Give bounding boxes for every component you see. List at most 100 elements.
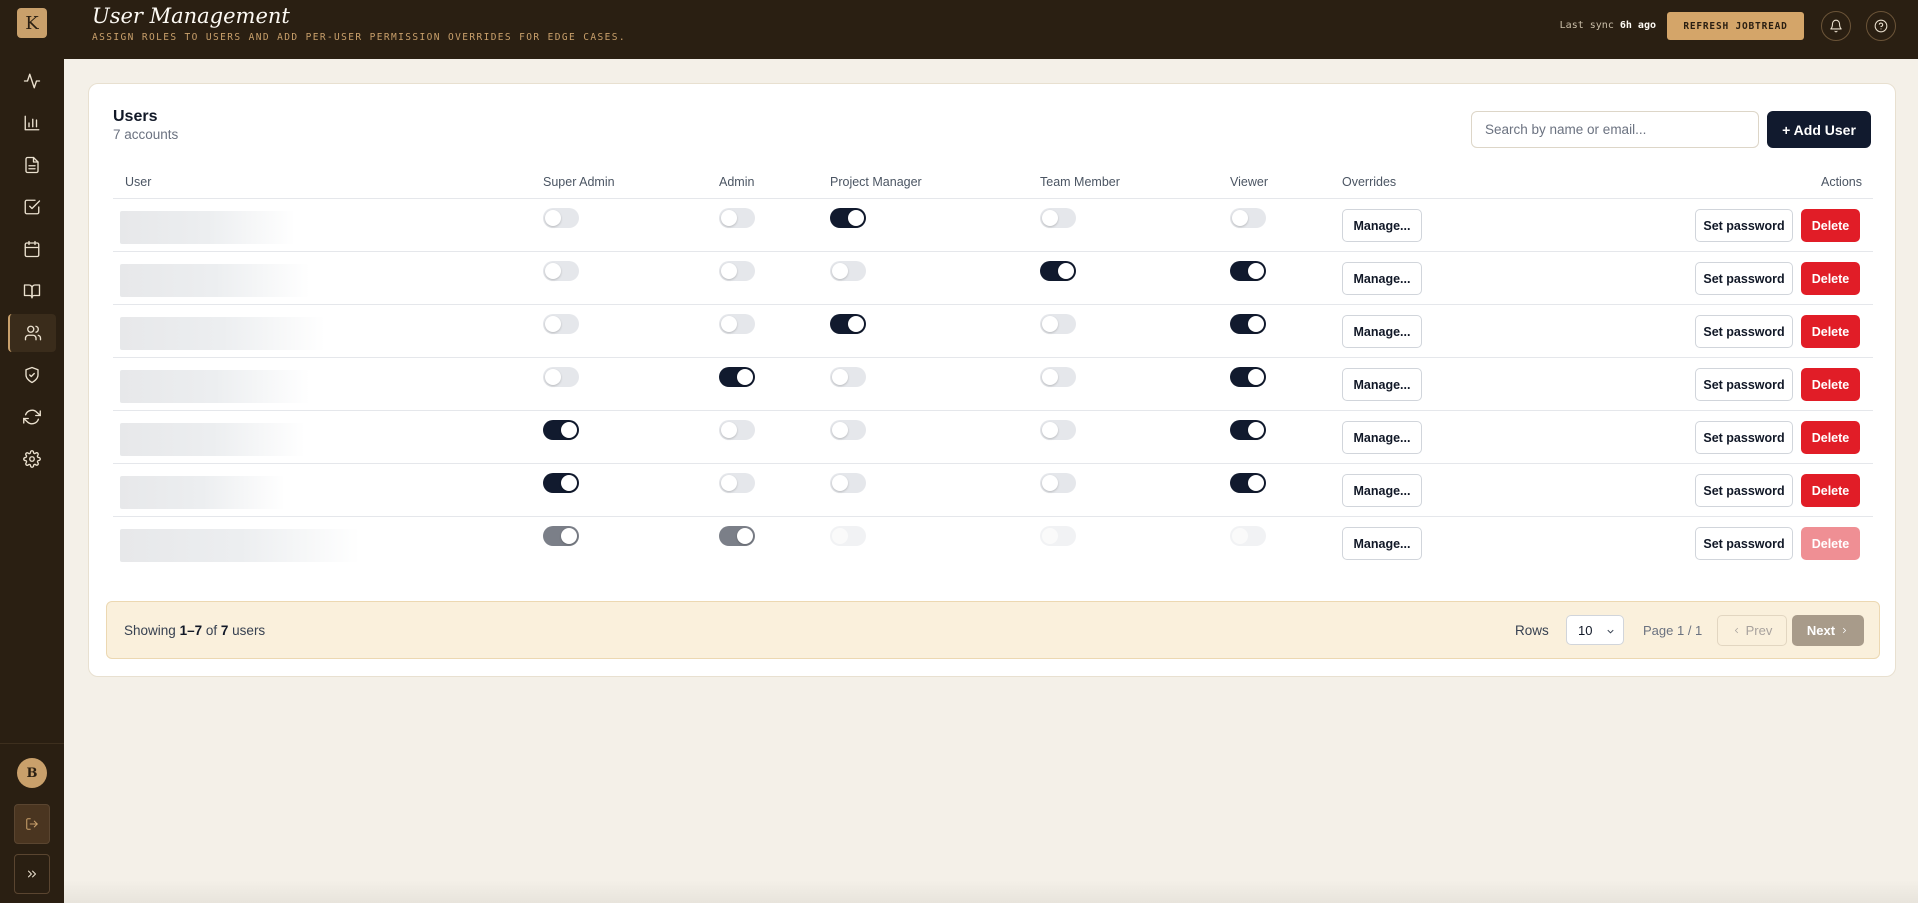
sidebar-item-documents[interactable]: [8, 146, 56, 184]
toggle-admin[interactable]: [719, 314, 755, 334]
toggle-project-manager[interactable]: [830, 314, 866, 334]
delete-user-button[interactable]: Delete: [1801, 368, 1860, 401]
manage-overrides-button[interactable]: Manage...: [1342, 262, 1422, 295]
search-input[interactable]: [1471, 111, 1759, 148]
table-row: Manage... Set password Delete: [113, 464, 1873, 517]
sidebar-item-users[interactable]: [8, 314, 56, 352]
user-name-placeholder: [120, 264, 310, 297]
rows-per-page-select[interactable]: 10: [1566, 615, 1624, 645]
notifications-button[interactable]: [1821, 11, 1851, 41]
column-admin: Admin: [719, 175, 755, 189]
app-logo[interactable]: K: [17, 8, 47, 38]
sidebar-item-sync[interactable]: [8, 398, 56, 436]
delete-user-button[interactable]: Delete: [1801, 262, 1860, 295]
add-user-button[interactable]: + Add User: [1767, 111, 1871, 148]
toggle-super-admin[interactable]: [543, 367, 579, 387]
toggle-project-manager[interactable]: [830, 367, 866, 387]
set-password-button[interactable]: Set password: [1695, 474, 1793, 507]
sidebar-footer: B: [0, 743, 64, 903]
showing-of: of: [205, 623, 218, 638]
users-table: User Super Admin Admin Project Manager T…: [113, 175, 1873, 570]
toggle-team-member[interactable]: [1040, 314, 1076, 334]
toggle-super-admin[interactable]: [543, 314, 579, 334]
toggle-super-admin[interactable]: [543, 261, 579, 281]
toggle-team-member[interactable]: [1040, 208, 1076, 228]
manage-overrides-button[interactable]: Manage...: [1342, 368, 1422, 401]
toggle-team-member[interactable]: [1040, 261, 1076, 281]
user-name-placeholder: [120, 423, 305, 456]
manage-overrides-button[interactable]: Manage...: [1342, 209, 1422, 242]
help-button[interactable]: [1866, 11, 1896, 41]
delete-user-button[interactable]: Delete: [1801, 315, 1860, 348]
manage-overrides-button[interactable]: Manage...: [1342, 474, 1422, 507]
set-password-button[interactable]: Set password: [1695, 368, 1793, 401]
sidebar-item-activity[interactable]: [8, 62, 56, 100]
toggle-super-admin[interactable]: [543, 208, 579, 228]
expand-sidebar-button[interactable]: [14, 854, 50, 894]
table-row: Manage... Set password Delete: [113, 358, 1873, 411]
page-info: Page 1 / 1: [1643, 623, 1703, 638]
manage-overrides-button[interactable]: Manage...: [1342, 421, 1422, 454]
toggle-viewer[interactable]: [1230, 261, 1266, 281]
sidebar-item-reports[interactable]: [8, 104, 56, 142]
sidebar-item-tasks[interactable]: [8, 188, 56, 226]
sidebar-item-calendar[interactable]: [8, 230, 56, 268]
sidebar-item-security[interactable]: [8, 356, 56, 394]
toggle-project-manager[interactable]: [830, 208, 866, 228]
prev-page-button[interactable]: Prev: [1717, 615, 1787, 646]
toggle-team-member[interactable]: [1040, 367, 1076, 387]
toggle-project-manager[interactable]: [830, 420, 866, 440]
toggle-super-admin[interactable]: [543, 473, 579, 493]
toggle-admin[interactable]: [719, 367, 755, 387]
column-project-manager: Project Manager: [830, 175, 922, 189]
bar-chart-icon: [24, 115, 40, 131]
toggle-admin[interactable]: [719, 420, 755, 440]
set-password-button[interactable]: Set password: [1695, 421, 1793, 454]
sidebar-item-settings[interactable]: [8, 440, 56, 478]
prev-label: Prev: [1745, 623, 1773, 638]
toggle-admin[interactable]: [719, 208, 755, 228]
toggle-super-admin[interactable]: [543, 420, 579, 440]
activity-icon: [23, 73, 41, 89]
delete-user-button[interactable]: Delete: [1801, 474, 1860, 507]
avatar[interactable]: B: [17, 758, 47, 788]
gear-icon: [23, 450, 41, 468]
showing-range: 1–7: [179, 623, 203, 638]
toggle-admin[interactable]: [719, 261, 755, 281]
toggle-viewer[interactable]: [1230, 420, 1266, 440]
manage-overrides-button[interactable]: Manage...: [1342, 315, 1422, 348]
page-subtitle: ASSIGN ROLES TO USERS AND ADD PER-USER P…: [92, 32, 626, 43]
toggle-viewer[interactable]: [1230, 367, 1266, 387]
toggle-team-member: [1040, 526, 1076, 546]
toggle-viewer[interactable]: [1230, 473, 1266, 493]
toggle-admin[interactable]: [719, 473, 755, 493]
logout-icon: [26, 818, 38, 830]
toggle-team-member[interactable]: [1040, 473, 1076, 493]
users-card: Users 7 accounts + Add User User Super A…: [88, 83, 1896, 677]
toggle-team-member[interactable]: [1040, 420, 1076, 440]
showing-prefix: Showing: [124, 623, 176, 638]
calendar-icon: [24, 240, 40, 258]
toggle-viewer[interactable]: [1230, 208, 1266, 228]
toggle-admin: [719, 526, 755, 546]
delete-user-button[interactable]: Delete: [1801, 209, 1860, 242]
bottom-shade: [64, 880, 1918, 903]
set-password-button[interactable]: Set password: [1695, 262, 1793, 295]
manage-overrides-button[interactable]: Manage...: [1342, 527, 1422, 560]
column-super-admin: Super Admin: [543, 175, 615, 189]
set-password-button[interactable]: Set password: [1695, 315, 1793, 348]
set-password-button[interactable]: Set password: [1695, 209, 1793, 242]
next-page-button[interactable]: Next: [1792, 615, 1864, 646]
sidebar-item-library[interactable]: [8, 272, 56, 310]
toggle-viewer[interactable]: [1230, 314, 1266, 334]
table-row: Manage... Set password Delete: [113, 517, 1873, 570]
rows-label: Rows: [1515, 623, 1549, 638]
last-sync-value: 6h ago: [1619, 20, 1656, 31]
delete-user-button[interactable]: Delete: [1801, 421, 1860, 454]
shield-check-icon: [25, 366, 39, 384]
logout-button[interactable]: [14, 804, 50, 844]
set-password-button[interactable]: Set password: [1695, 527, 1793, 560]
toggle-project-manager[interactable]: [830, 473, 866, 493]
refresh-jobtread-button[interactable]: REFRESH JOBTREAD: [1667, 12, 1804, 40]
toggle-project-manager[interactable]: [830, 261, 866, 281]
